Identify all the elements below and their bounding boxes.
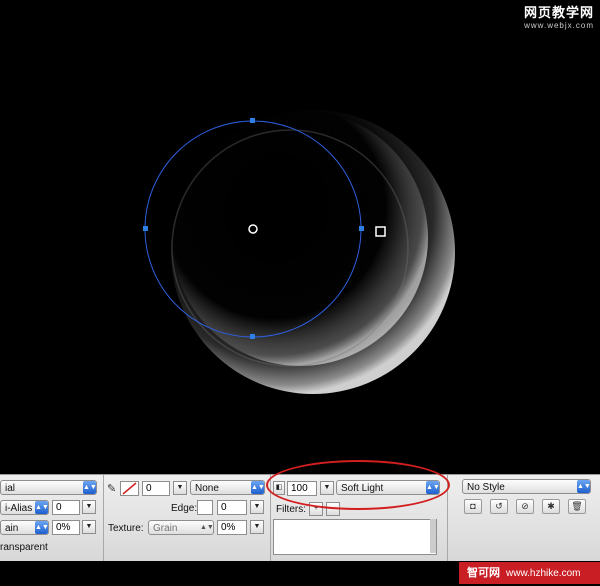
watermark-top-url: www.webjx.com [524,21,594,30]
chevron-down-icon: ▲▼ [35,501,48,514]
opacity-field[interactable]: 100 [287,481,317,496]
style-dropdown[interactable]: No Style ▲▼ [462,479,591,494]
font-name: ial [5,483,16,494]
stroke-section: ✎ 0 ▼ None ▲▼ Edge: 0 ▼ Texture: Grain ▲▼ … [103,475,271,561]
opacity-stepper-icon[interactable]: ▼ [320,481,334,495]
stroke-width-stepper-icon[interactable]: ▼ [173,481,187,495]
font-dropdown[interactable]: ial ▲▼ [0,480,97,495]
anti-alias-stepper-icon[interactable]: ▼ [82,500,96,514]
style-label: No Style [467,482,505,493]
grain-dropdown[interactable]: ain ▲▼ [0,520,49,535]
texture-percent-field[interactable]: 0% [217,520,247,535]
anti-alias-value[interactable]: 0 [52,500,80,515]
artwork [143,110,455,394]
texture-value: Grain [153,523,178,534]
filters-list[interactable] [273,519,437,555]
grain-label: ain [5,523,19,534]
anchor-top[interactable] [250,118,255,123]
style-options-icon[interactable]: ✱ [542,499,560,514]
remove-filter-icon[interactable] [326,502,340,516]
add-filter-icon[interactable]: + [309,502,323,516]
stroke-width-field[interactable]: 0 [142,481,170,496]
break-link-icon[interactable]: ⊘ [516,499,534,514]
texture-label: Texture: [108,523,144,534]
style-section: No Style ▲▼ ◘ ↺ ⊘ ✱ 🗑 [447,475,600,561]
anchor-right[interactable] [359,226,364,231]
edge-swatch[interactable] [197,500,213,515]
chevron-down-icon: ▲▼ [35,521,48,534]
chevron-down-icon: ▲▼ [426,481,439,494]
anti-alias-label: i-Alias [5,503,33,514]
chevron-down-icon: ▲▼ [251,481,264,494]
stroke-type-dropdown[interactable]: None ▲▼ [190,480,265,495]
watermark-bottom: 智可网 www.hzhike.com [459,562,600,584]
trash-icon[interactable]: 🗑 [568,499,586,514]
filters-scrollbar[interactable] [430,519,436,553]
blend-mode-label: Soft Light [341,483,384,494]
stroke-type-label: None [195,483,219,494]
blend-mode-dropdown[interactable]: Soft Light ▲▼ [336,480,440,495]
redefine-style-icon[interactable]: ↺ [490,499,508,514]
stroke-color-swatch[interactable] [120,481,139,496]
anchor-left[interactable] [143,226,148,231]
watermark-bottom-text: 智可网 [467,567,500,579]
grain-percent[interactable]: 0% [52,520,80,535]
text-section: ial ▲▼ i-Alias ▲▼ 0 ▼ ain ▲▼ 0% ▼ ransparen… [0,475,104,561]
no-color-icon [122,482,137,495]
opacity-icon: ◧ [273,481,285,495]
anchor-bottom[interactable] [250,334,255,339]
texture-dropdown[interactable]: Grain ▲▼ [148,520,214,535]
sphere-highlight-ring [172,110,428,366]
pencil-icon: ✎ [107,483,117,495]
chevron-down-icon: ▲▼ [83,481,96,494]
watermark-top: 网页教学网 www.webjx.com [524,6,594,32]
edge-field[interactable]: 0 [217,500,247,515]
chevron-down-icon: ▲▼ [200,524,214,531]
edge-label: Edge: [171,503,198,514]
new-style-icon[interactable]: ◘ [464,499,482,514]
filters-label: Filters: [276,504,306,515]
grain-stepper-icon[interactable]: ▼ [82,520,96,534]
edge-stepper-icon[interactable]: ▼ [250,500,264,514]
watermark-bottom-url: www.hzhike.com [506,568,581,579]
texture-stepper-icon[interactable]: ▼ [250,520,264,534]
anti-alias-dropdown[interactable]: i-Alias ▲▼ [0,500,49,515]
chevron-down-icon: ▲▼ [577,480,590,493]
document-canvas[interactable]: 网页教学网 www.webjx.com [0,0,600,474]
properties-panel: ial ▲▼ i-Alias ▲▼ 0 ▼ ain ▲▼ 0% ▼ ransparen… [0,474,600,561]
watermark-top-text: 网页教学网 [523,5,594,20]
transparent-label: ransparent [0,542,48,553]
